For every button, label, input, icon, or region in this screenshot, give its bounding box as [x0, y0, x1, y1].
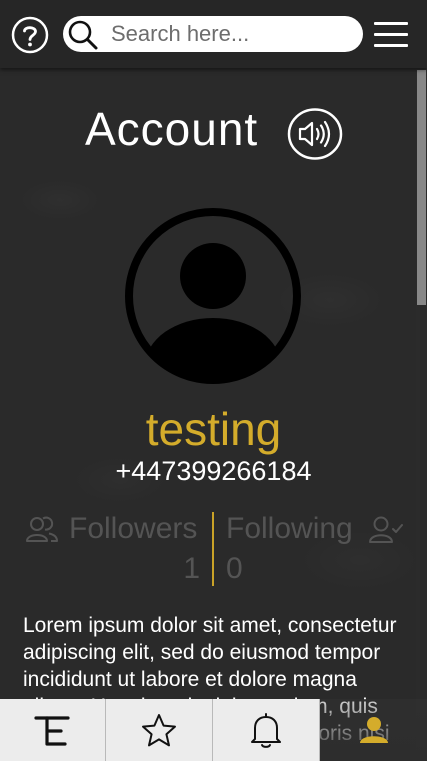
- top-bar: [0, 0, 427, 68]
- username: testing: [145, 403, 282, 455]
- bell-icon: [251, 713, 281, 748]
- stats-divider: [212, 512, 214, 586]
- followers-count: 1: [183, 552, 200, 585]
- search-input[interactable]: [111, 16, 351, 52]
- profile-avatar[interactable]: [123, 206, 303, 386]
- scrollbar-thumb[interactable]: [417, 70, 426, 305]
- star-icon: [142, 714, 176, 747]
- nav-favorites[interactable]: [106, 699, 213, 761]
- nav-home[interactable]: [0, 699, 106, 761]
- user-avatar-icon: [125, 208, 301, 384]
- following-count: 0: [226, 552, 243, 585]
- phone-number: +447399266184: [115, 456, 312, 486]
- nav-notifications[interactable]: [213, 699, 320, 761]
- search-bar[interactable]: [63, 16, 363, 52]
- nav-profile[interactable]: [320, 699, 427, 761]
- te-logo-icon: [34, 716, 70, 746]
- help-icon: [11, 16, 49, 54]
- users-icon: [26, 516, 58, 542]
- help-button[interactable]: [11, 16, 49, 54]
- speaker-icon: [287, 108, 343, 160]
- account-screen: Account testing +447399266184: [0, 0, 427, 761]
- search-icon[interactable]: [67, 19, 99, 51]
- bottom-navigation: [0, 699, 427, 761]
- sound-button[interactable]: [287, 108, 343, 160]
- page-title: Account: [85, 103, 259, 155]
- following-label: Following: [226, 512, 353, 545]
- user-check-icon: [369, 516, 403, 543]
- menu-button[interactable]: [374, 20, 410, 50]
- person-icon: [360, 717, 388, 743]
- followers-label: Followers: [69, 512, 198, 545]
